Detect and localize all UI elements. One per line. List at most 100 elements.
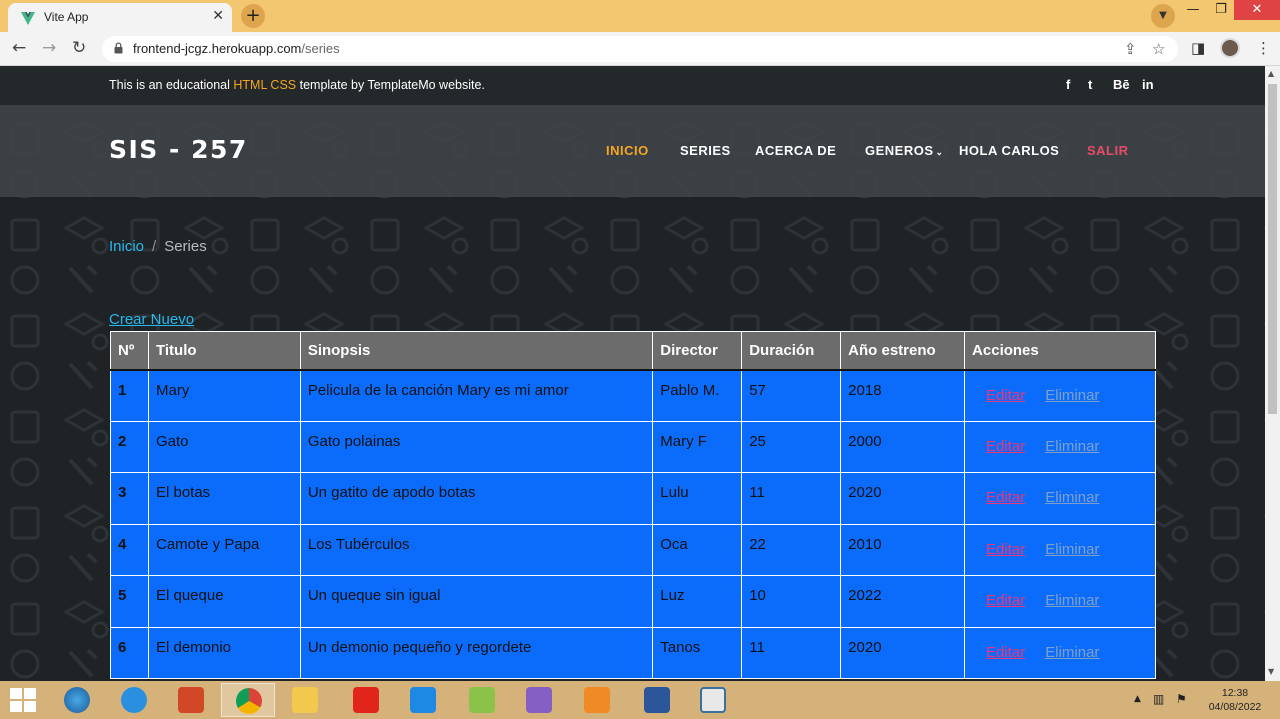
taskbar-word[interactable] [630, 683, 684, 717]
page-scrollbar[interactable]: ▲ ▼ [1265, 66, 1280, 681]
edit-link[interactable]: Editar [986, 387, 1025, 404]
taskbar-window-app[interactable] [686, 683, 740, 717]
delete-link[interactable]: Eliminar [1045, 541, 1099, 558]
vscode-icon [410, 687, 436, 713]
back-arrow-icon[interactable]: ← [12, 38, 26, 58]
edit-link[interactable]: Editar [986, 489, 1025, 506]
delete-link[interactable]: Eliminar [1045, 592, 1099, 609]
breadcrumb-separator: / [152, 238, 157, 255]
table-row: 4 Camote y Papa Los Tubérculos Oca 22 20… [110, 523, 1156, 576]
taskbar-search-app[interactable] [50, 683, 104, 717]
cell-titulo: El demonio [147, 626, 301, 679]
cell-sinopsis: Un demonio pequeño y regordete [299, 626, 654, 679]
cell-anio: 2018 [840, 369, 966, 422]
breadcrumb-home[interactable]: Inicio [109, 238, 144, 255]
windows-start-icon[interactable] [10, 688, 36, 712]
create-new-link[interactable]: Crear Nuevo [109, 311, 194, 328]
table-row: 6 El demonio Un demonio pequeño y regord… [110, 626, 1156, 679]
edit-link[interactable]: Editar [986, 438, 1025, 455]
edit-link[interactable]: Editar [986, 592, 1025, 609]
delete-link[interactable]: Eliminar [1045, 489, 1099, 506]
powerpoint-icon [178, 687, 204, 713]
cell-num: 4 [110, 523, 149, 576]
tab-search-button[interactable]: ▼ [1151, 4, 1175, 28]
cell-num: 2 [110, 420, 149, 473]
cell-director: Mary F [652, 420, 743, 473]
nav-acerca-de[interactable]: ACERCA DE [755, 143, 836, 158]
scrollbar-thumb[interactable] [1268, 84, 1277, 414]
tray-expand-icon[interactable]: ▲ [1134, 694, 1141, 704]
column-header-titulo: Titulo [147, 331, 301, 371]
table-row: 5 El queque Un queque sin igual Luz 10 2… [110, 575, 1156, 628]
address-bar[interactable]: frontend-jcgz.herokuapp.com/series ⇪ ☆ [102, 36, 1178, 62]
cell-titulo: Camote y Papa [147, 523, 301, 576]
tab-close-icon[interactable]: ✕ [212, 8, 224, 24]
nav-user-greeting[interactable]: HOLA CARLOS [959, 143, 1059, 158]
taskbar-vscode[interactable] [396, 683, 450, 717]
network-icon[interactable]: ▥ [1153, 692, 1164, 706]
window-app-icon [700, 687, 726, 713]
scroll-up-arrow-icon[interactable]: ▲ [1268, 69, 1274, 78]
delete-link[interactable]: Eliminar [1045, 644, 1099, 661]
linkedin-icon[interactable]: in [1142, 77, 1154, 92]
table-header-row: Nº Titulo Sinopsis Director Duración Año… [110, 331, 1156, 371]
restore-button[interactable]: ❐ [1206, 0, 1236, 20]
profile-avatar[interactable] [1220, 38, 1240, 58]
taskbar-media-player[interactable] [570, 683, 624, 717]
taskbar-file-explorer[interactable] [278, 683, 332, 717]
new-tab-button[interactable]: + [241, 4, 265, 28]
column-header-director: Director [652, 331, 743, 371]
menu-kebab-icon[interactable]: ⋮ [1256, 39, 1271, 57]
nav-inicio[interactable]: INICIO [606, 143, 649, 158]
taskbar-powerpoint[interactable] [164, 683, 218, 717]
media-player-icon [584, 687, 610, 713]
cell-num: 6 [110, 626, 149, 679]
visual-studio-icon [526, 687, 552, 713]
acrobat-icon [353, 687, 379, 713]
cell-actions: Editar Eliminar [964, 575, 1156, 628]
twitter-icon[interactable]: t [1088, 77, 1092, 92]
nav-generos[interactable]: GENEROS ⌄ [865, 143, 944, 158]
bookmark-star-icon[interactable]: ☆ [1152, 40, 1165, 58]
cell-duracion: 57 [741, 369, 842, 422]
cell-duracion: 22 [741, 523, 842, 576]
cell-titulo: Gato [147, 420, 301, 473]
site-logo[interactable]: SIS - 257 [109, 135, 248, 164]
reload-icon[interactable]: ↻ [72, 38, 86, 58]
edit-link[interactable]: Editar [986, 541, 1025, 558]
cell-anio: 2020 [840, 626, 966, 679]
forward-arrow-icon[interactable]: → [42, 38, 56, 58]
side-panel-icon[interactable]: ◨ [1191, 39, 1205, 57]
facebook-icon[interactable]: f [1066, 77, 1070, 92]
taskbar-visual-studio[interactable] [512, 683, 566, 717]
browser-tab[interactable]: Vite App ✕ [8, 3, 232, 32]
taskbar-internet-explorer[interactable] [107, 683, 161, 717]
edit-link[interactable]: Editar [986, 644, 1025, 661]
delete-link[interactable]: Eliminar [1045, 387, 1099, 404]
delete-link[interactable]: Eliminar [1045, 438, 1099, 455]
share-icon[interactable]: ⇪ [1124, 40, 1137, 58]
cell-sinopsis: Un gatito de apodo botas [299, 472, 654, 525]
cell-director: Oca [652, 523, 743, 576]
cell-duracion: 10 [741, 575, 842, 628]
taskbar-acrobat[interactable] [339, 683, 393, 717]
minimize-button[interactable]: — [1178, 0, 1208, 20]
cell-num: 1 [110, 369, 149, 422]
table-row: 2 Gato Gato polainas Mary F 25 2000 Edit… [110, 420, 1156, 473]
chrome-icon [236, 688, 262, 714]
taskbar-chrome[interactable] [221, 683, 275, 717]
flag-icon[interactable]: ⚑ [1176, 692, 1187, 706]
cell-num: 3 [110, 472, 149, 525]
breadcrumb-current: Series [164, 238, 207, 255]
table-row: 3 El botas Un gatito de apodo botas Lulu… [110, 472, 1156, 525]
scroll-down-arrow-icon[interactable]: ▼ [1268, 667, 1274, 676]
window-close-button[interactable]: ✕ [1234, 0, 1280, 20]
nav-series[interactable]: SERIES [680, 143, 731, 158]
clock-date: 04/08/2022 [1208, 701, 1262, 713]
nav-salir[interactable]: SALIR [1087, 143, 1129, 158]
internet-explorer-icon [121, 687, 147, 713]
system-clock[interactable]: 12:38 04/08/2022 [1199, 686, 1271, 714]
taskbar-cpp-editor[interactable] [455, 683, 509, 717]
behance-icon[interactable]: Bē [1113, 77, 1130, 92]
column-header-duracion: Duración [741, 331, 842, 371]
